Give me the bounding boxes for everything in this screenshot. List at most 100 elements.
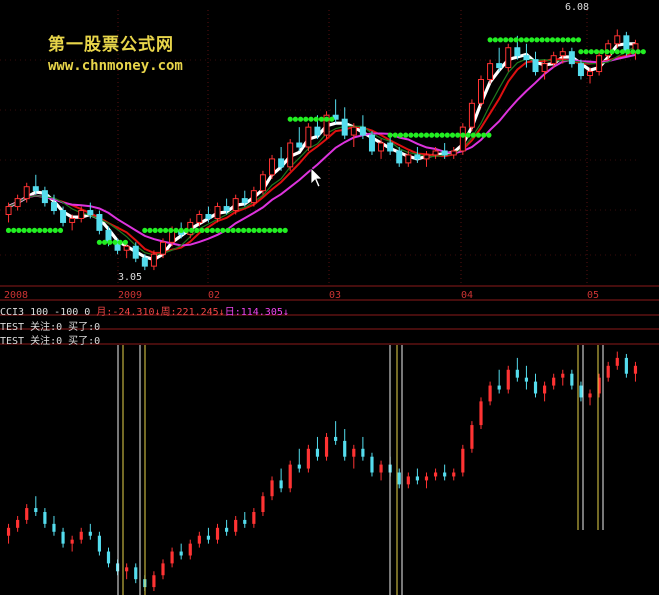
signal-dot [583,49,589,55]
mouse-cursor-icon [310,167,323,188]
signal-dot [292,116,298,122]
indicator-bar [297,464,301,469]
signal-dot [168,227,174,233]
signal-dot [460,132,466,138]
signal-dot [246,227,252,233]
indicator-bar [561,373,565,378]
candle-body [314,126,321,136]
signal-dot [318,116,324,122]
indicator-bar [543,385,547,394]
signal-dot [163,227,169,233]
indicator-bar [579,385,583,398]
candle-body [296,142,303,148]
indicator-bar [515,369,519,378]
cci-week-value: 周:221.245↓ [160,307,225,318]
candle-body [496,63,503,69]
signal-dot [549,37,556,43]
signal-dot [96,239,102,245]
candle-body [78,210,85,219]
indicator-bar [379,464,383,473]
indicator-bar [324,436,329,457]
indicator-bar [197,535,201,544]
signal-dot [329,116,335,122]
candle-body [505,47,512,69]
signal-dot [609,49,615,55]
candle-body [568,51,575,65]
indicator-bar [533,381,538,394]
signal-dot [408,132,414,138]
signal-dot [630,49,636,55]
candle-body [350,126,357,136]
indicator-bar [343,440,347,457]
candle-body [123,245,130,251]
signal-dot [235,227,241,233]
signal-dot [303,116,309,122]
high-price-label: 6.08 [565,2,590,13]
candle-body [487,63,494,80]
signal-dot [492,37,498,43]
signal-dot [261,227,267,233]
signal-dot [413,132,419,138]
signal-dot [5,227,12,233]
signal-dot [215,227,221,233]
candle-body [532,59,539,73]
candle-body [541,63,548,73]
candle-body [550,55,557,65]
signal-dot [423,132,430,138]
signal-dot [570,37,576,43]
signal-dot [21,227,27,233]
candle-body [478,79,484,104]
signal-dot [256,227,262,233]
cci-prefix: CCI3 100 -100 0 [0,307,97,318]
signal-dot [241,227,247,233]
indicator-bar [225,527,229,532]
signal-dot [614,49,620,55]
watermark-url: www.chnmoney.com [48,58,183,74]
indicator-bar [34,508,38,513]
indicator-bar [161,563,165,576]
signal-dot [313,116,319,122]
candle-body [441,150,448,156]
candle-body [523,55,530,61]
candle-body [559,51,566,57]
signal-dot [625,49,631,55]
signal-dot [487,37,493,43]
signal-dot [298,116,304,122]
candle-body [23,186,30,200]
indicator-bar [633,365,638,374]
indicator-bar [370,456,374,473]
indicator-bar [334,436,338,441]
indicator-bar [43,512,47,524]
candle-body [214,206,221,219]
indicator-bar [506,369,510,390]
signal-dot [57,227,64,233]
lower-indicator-layer [6,345,638,595]
candle-body [269,158,276,176]
signal-dot [403,132,409,138]
signal-dot [122,239,128,245]
signal-dot [173,227,179,233]
signal-dot [593,49,600,55]
low-price-label: 3.05 [118,272,143,283]
x-tick-label: 05 [587,290,600,301]
signal-dot [277,227,283,233]
indicator-bar [134,567,138,580]
signal-dot [565,37,571,43]
indicator-bar [188,543,192,556]
indicator-bar [479,401,483,426]
signal-dot [52,227,58,233]
indicator-bar [252,512,256,524]
candle-body [69,217,76,223]
signal-dot [147,227,153,233]
indicator-bar [270,480,274,497]
signal-dot [544,37,550,43]
indicator-bar [624,357,628,374]
indicator-bar [470,425,474,449]
signal-dot [513,37,519,43]
candle-body [596,55,603,73]
indicator-bar [25,508,29,520]
signal-dot [534,37,540,43]
signal-dot [475,132,482,138]
signal-dot [225,227,231,233]
signal-dot [518,37,524,43]
